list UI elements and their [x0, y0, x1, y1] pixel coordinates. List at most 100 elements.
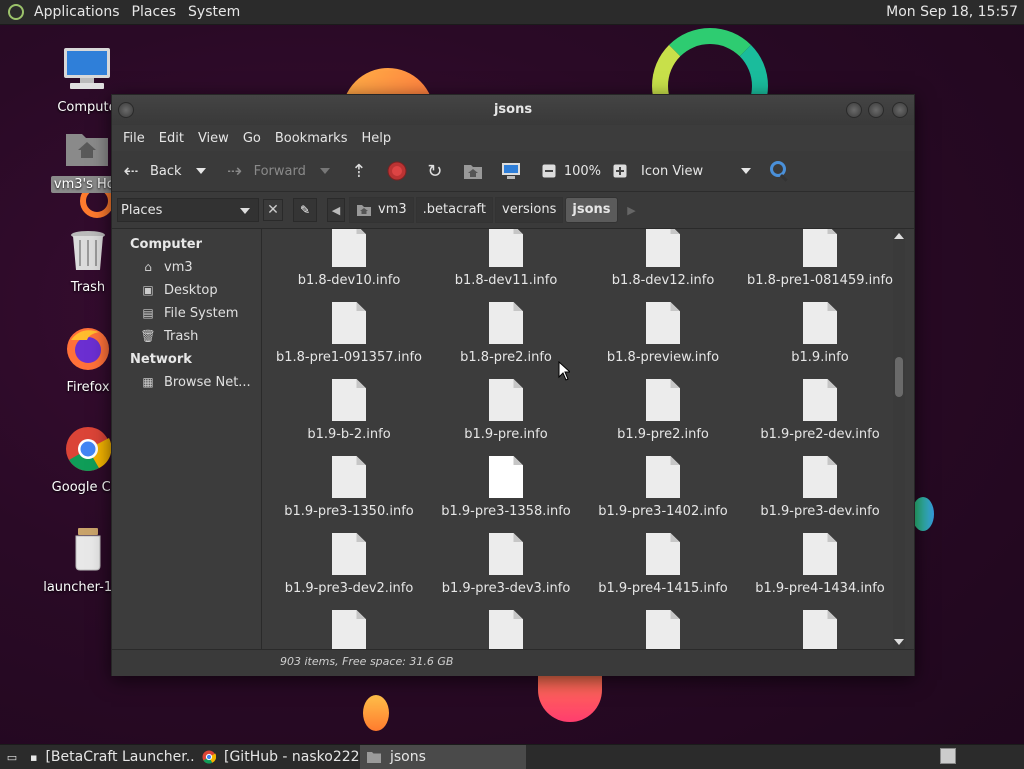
minimize-button[interactable]: [846, 102, 862, 118]
system-menu[interactable]: System: [182, 4, 246, 20]
file-item[interactable]: b1.9-pre3-dev.info: [741, 456, 899, 519]
sidebar-item-desktop[interactable]: ▣ Desktop: [112, 279, 261, 302]
search-icon[interactable]: [769, 160, 791, 182]
vertical-scrollbar[interactable]: [893, 229, 905, 649]
file-item[interactable]: b1.9-pre3-dev3.info: [427, 533, 585, 596]
file-item[interactable]: b1.9-pre2-dev.info: [741, 379, 899, 442]
zoom-out-icon[interactable]: [538, 160, 560, 182]
up-arrow-icon[interactable]: ⇡: [348, 160, 370, 182]
sidebar-item-file-system[interactable]: ▤ File System: [112, 302, 261, 325]
view-mode-select[interactable]: Icon View: [641, 155, 703, 187]
places-sidebar: Computer ⌂ vm3 ▣ Desktop ▤ File System 🗑…: [112, 229, 262, 649]
menu-file[interactable]: File: [116, 131, 152, 146]
menu-bookmarks[interactable]: Bookmarks: [268, 131, 355, 146]
back-arrow-icon: ⇠: [123, 160, 139, 182]
computer-icon[interactable]: [500, 160, 522, 182]
file-item[interactable]: b1.8-preview.info: [584, 302, 742, 365]
forward-button[interactable]: ⇢ Forward: [216, 155, 306, 187]
places-menu[interactable]: Places: [126, 4, 183, 20]
text-file-icon: [489, 229, 523, 267]
places-combo[interactable]: Places: [117, 198, 259, 222]
breadcrumb-versions[interactable]: versions: [495, 197, 564, 223]
home-icon[interactable]: [462, 160, 484, 182]
menu-edit[interactable]: Edit: [152, 131, 191, 146]
jar-icon: [75, 528, 101, 571]
menu-go[interactable]: Go: [236, 131, 268, 146]
text-file-icon: [803, 379, 837, 421]
file-item-partial[interactable]: [584, 610, 742, 649]
scroll-up-icon[interactable]: [894, 233, 904, 239]
file-name: b1.9.info: [791, 350, 849, 365]
show-desktop-icon[interactable]: ▭: [0, 745, 24, 769]
file-item[interactable]: b1.9-pre3-dev2.info: [270, 533, 428, 596]
file-item[interactable]: b1.9-pre3-1358.info: [427, 456, 585, 519]
back-history-dropdown[interactable]: [195, 168, 206, 174]
stop-icon[interactable]: [386, 160, 408, 182]
file-item-partial[interactable]: [427, 610, 585, 649]
status-text: 903 items, Free space: 31.6 GB: [280, 655, 454, 668]
breadcrumb-left-icon[interactable]: ◀: [327, 198, 345, 222]
clock[interactable]: Mon Sep 18, 15:57: [886, 0, 1018, 24]
maximize-button[interactable]: [868, 102, 884, 118]
wallpaper-small-orange: [363, 695, 389, 731]
firefox-icon: [67, 328, 109, 370]
location-bar: Places ✕ ✎ ◀ vm3 .betacraft versions jso…: [112, 192, 914, 229]
file-item[interactable]: b1.9-pre.info: [427, 379, 585, 442]
file-item[interactable]: b1.8-pre1-081459.info: [741, 229, 899, 288]
reload-icon[interactable]: ↻: [424, 160, 446, 182]
file-item[interactable]: b1.8-dev12.info: [584, 229, 742, 288]
breadcrumb-vm3[interactable]: vm3: [349, 197, 414, 223]
file-item[interactable]: b1.9-pre4-1415.info: [584, 533, 742, 596]
scrollbar-thumb[interactable]: [895, 357, 903, 397]
text-file-icon: [489, 533, 523, 575]
menu-view[interactable]: View: [191, 131, 236, 146]
sidebar-item-trash[interactable]: 🗑 Trash: [112, 325, 261, 348]
sidebar-item-vm3[interactable]: ⌂ vm3: [112, 256, 261, 279]
text-file-icon: [646, 379, 680, 421]
distro-logo-icon[interactable]: [8, 4, 24, 20]
applications-menu[interactable]: Applications: [28, 4, 126, 20]
breadcrumb-betacraft[interactable]: .betacraft: [415, 197, 493, 223]
file-item[interactable]: b1.9-pre3-1402.info: [584, 456, 742, 519]
close-button[interactable]: [892, 102, 908, 118]
task-github[interactable]: [GitHub - nasko222...: [196, 745, 360, 769]
file-item[interactable]: b1.8-pre1-091357.info: [270, 302, 428, 365]
sidebar-item-label: Desktop: [164, 283, 218, 298]
file-item[interactable]: b1.9.info: [741, 302, 899, 365]
task-betacraft[interactable]: ▪ [BetaCraft Launcher...: [24, 745, 196, 769]
sidebar-item-browse-network[interactable]: ▦ Browse Net...: [112, 371, 261, 394]
close-sidebar-icon[interactable]: ✕: [263, 199, 283, 221]
text-file-icon: [646, 533, 680, 575]
file-item[interactable]: b1.9-pre4-1434.info: [741, 533, 899, 596]
text-file-icon: [646, 302, 680, 344]
text-file-icon: [332, 379, 366, 421]
file-name: b1.9-pre2-dev.info: [760, 427, 880, 442]
file-item[interactable]: b1.8-pre2.info: [427, 302, 585, 365]
file-item[interactable]: b1.9-b-2.info: [270, 379, 428, 442]
task-label: jsons: [390, 749, 426, 765]
file-item[interactable]: b1.8-dev11.info: [427, 229, 585, 288]
breadcrumb-jsons[interactable]: jsons: [565, 197, 618, 223]
file-item[interactable]: b1.9-pre2.info: [584, 379, 742, 442]
breadcrumb-right-icon[interactable]: ▶: [624, 199, 640, 221]
file-item[interactable]: b1.9-pre3-1350.info: [270, 456, 428, 519]
file-name: b1.9-pre3-1358.info: [441, 504, 571, 519]
file-item-partial[interactable]: [741, 610, 899, 649]
content-area: Computer ⌂ vm3 ▣ Desktop ▤ File System 🗑…: [112, 229, 914, 649]
menu-help[interactable]: Help: [354, 131, 398, 146]
file-item-partial[interactable]: [270, 610, 428, 649]
task-jsons[interactable]: jsons: [360, 745, 526, 769]
task-label: [GitHub - nasko222...: [224, 749, 360, 765]
window-menu-button[interactable]: [118, 102, 134, 118]
forward-history-dropdown[interactable]: [319, 168, 330, 174]
back-button[interactable]: ⇠ Back: [118, 155, 181, 187]
view-mode-dropdown-arrow[interactable]: [741, 168, 752, 174]
file-item[interactable]: b1.8-dev10.info: [270, 229, 428, 288]
scroll-down-icon[interactable]: [894, 639, 904, 645]
text-file-icon: [803, 610, 837, 649]
file-icon-view[interactable]: b1.8-dev10.info b1.8-dev11.info b1.8-dev12…: [268, 229, 905, 649]
edit-location-icon[interactable]: ✎: [293, 198, 317, 222]
window-titlebar[interactable]: jsons: [112, 95, 914, 125]
workspace-switcher[interactable]: [940, 748, 956, 764]
zoom-in-icon[interactable]: [609, 160, 631, 182]
